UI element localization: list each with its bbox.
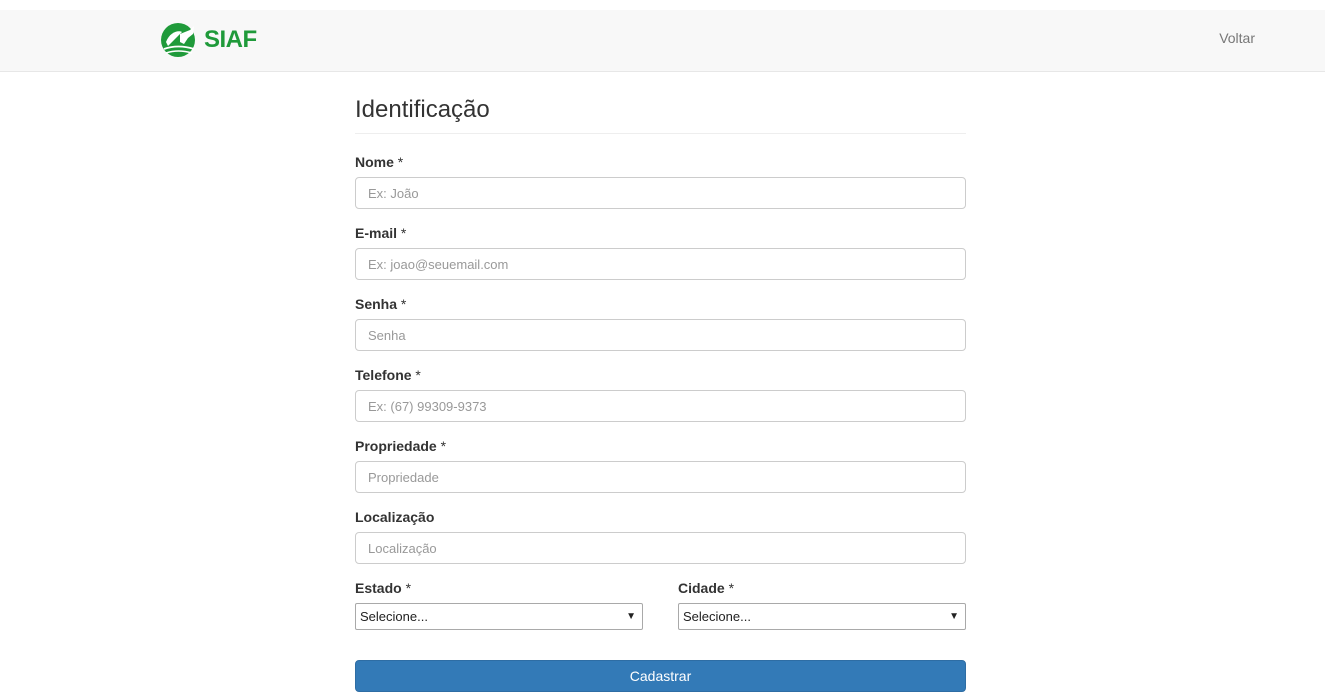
brand-logo[interactable]: SIAF: [160, 22, 257, 58]
field-nome: Nome *: [355, 152, 966, 209]
cidade-select[interactable]: Selecione... ▼: [678, 603, 966, 630]
required-mark: *: [415, 367, 421, 383]
localizacao-label-text: Localização: [355, 509, 435, 525]
field-cidade: Cidade * Selecione... ▼: [678, 578, 966, 630]
leaf-bull-logo-icon: [161, 23, 195, 57]
brand-name: SIAF: [204, 26, 257, 53]
required-mark: *: [397, 154, 404, 170]
email-label-text: E-mail: [355, 225, 398, 241]
telefone-label: Telefone *: [355, 365, 966, 385]
email-label: E-mail *: [355, 223, 966, 243]
required-mark: *: [400, 296, 407, 312]
field-localizacao: Localização: [355, 507, 966, 564]
field-senha: Senha *: [355, 294, 966, 351]
estado-cidade-row: Estado * Selecione... ▼ Cidade * Selecio…: [355, 578, 966, 630]
field-telefone: Telefone *: [355, 365, 966, 422]
estado-selected-value: Selecione...: [360, 609, 428, 624]
field-propriedade: Propriedade *: [355, 436, 966, 493]
senha-input[interactable]: [355, 319, 966, 351]
cidade-label-text: Cidade: [678, 580, 725, 596]
nome-input[interactable]: [355, 177, 966, 209]
localizacao-input[interactable]: [355, 532, 966, 564]
telefone-label-text: Telefone: [355, 367, 412, 383]
nome-label: Nome *: [355, 152, 966, 172]
required-mark: *: [400, 225, 407, 241]
back-link[interactable]: Voltar: [1219, 30, 1255, 46]
caret-down-icon: ▼: [626, 611, 636, 622]
estado-label-text: Estado: [355, 580, 402, 596]
cidade-label: Cidade *: [678, 578, 966, 598]
propriedade-input[interactable]: [355, 461, 966, 493]
cadastrar-button[interactable]: Cadastrar: [355, 660, 966, 692]
senha-label: Senha *: [355, 294, 966, 314]
telefone-input[interactable]: [355, 390, 966, 422]
estado-label: Estado *: [355, 578, 643, 598]
nome-label-text: Nome: [355, 154, 394, 170]
email-input[interactable]: [355, 248, 966, 280]
caret-down-icon: ▼: [949, 611, 959, 622]
estado-select[interactable]: Selecione... ▼: [355, 603, 643, 630]
registration-form: Identificação Nome * E-mail * Senha * Te…: [355, 95, 966, 692]
senha-label-text: Senha: [355, 296, 398, 312]
propriedade-label: Propriedade *: [355, 436, 966, 456]
navbar: SIAF Voltar: [0, 10, 1325, 72]
required-mark: *: [440, 438, 447, 454]
required-mark: *: [405, 580, 412, 596]
field-email: E-mail *: [355, 223, 966, 280]
cidade-selected-value: Selecione...: [683, 609, 751, 624]
propriedade-label-text: Propriedade: [355, 438, 437, 454]
required-mark: *: [728, 580, 735, 596]
field-estado: Estado * Selecione... ▼: [355, 578, 643, 630]
page-title: Identificação: [355, 95, 966, 134]
localizacao-label: Localização: [355, 507, 966, 527]
